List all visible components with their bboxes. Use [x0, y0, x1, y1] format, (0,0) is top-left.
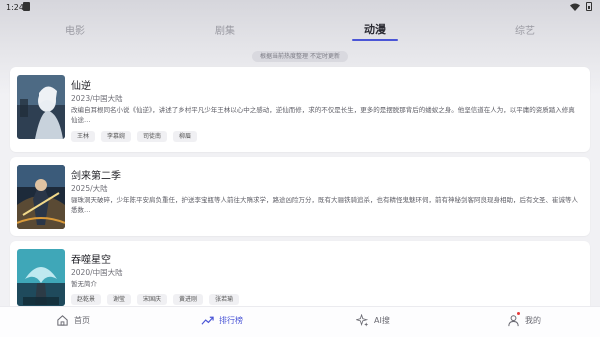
poster-image	[17, 249, 65, 306]
cast-tag: 宋国庆	[137, 294, 168, 305]
status-time: 1:24	[6, 3, 24, 12]
update-notice: 根据当前热度整理 不定时更新	[252, 51, 348, 62]
card-title: 仙逆	[71, 81, 91, 92]
card-meta: 2020/中国大陆	[71, 268, 123, 277]
card-description: 暂无简介	[71, 280, 97, 288]
tab-variety[interactable]: 综艺	[515, 22, 535, 37]
cast-tags: 王林 李慕婉 司徒南 柳眉	[71, 131, 198, 142]
home-icon	[57, 315, 68, 326]
cast-tag: 柳眉	[173, 131, 198, 142]
cast-tag: 司徒南	[137, 131, 168, 142]
poster-image	[17, 165, 65, 229]
tab-series[interactable]: 剧集	[215, 22, 235, 37]
person-icon	[508, 315, 519, 327]
trending-icon	[201, 316, 214, 325]
app-notification-icon	[23, 2, 30, 11]
nav-ai-search[interactable]: AI搜	[356, 314, 390, 327]
cast-tags: 赵乾景 谢莹 宋国庆 黄进刚 张若瑜	[71, 294, 240, 305]
tab-anime[interactable]: 动漫	[364, 21, 386, 37]
list-item[interactable]: 仙逆 2023/中国大陆 改编自耳根同名小说《仙逆》，讲述了乡村平凡少年王林以心…	[10, 67, 590, 152]
nav-profile-label: 我的	[525, 316, 541, 325]
card-description: 改编自耳根同名小说《仙逆》，讲述了乡村平凡少年王林以心中之感动，逆仙而修，求的不…	[71, 106, 575, 124]
card-meta: 2025/大陆	[71, 184, 108, 193]
sparkle-icon	[356, 314, 369, 327]
list-item[interactable]: 剑来第二季 2025/大陆 骊珠洞天破碎，少年陈平安肩负重任，护送李宝瓶等人前往…	[10, 157, 590, 236]
cast-tag: 黄进刚	[173, 294, 204, 305]
card-description: 骊珠洞天破碎，少年陈平安肩负重任，护送李宝瓶等人前往大隋求学，路途凶险万分，既有…	[71, 196, 578, 214]
bottom-navigation: 首页 排行榜 AI搜 我的	[0, 306, 600, 337]
notification-dot	[517, 312, 520, 315]
nav-ranking-label: 排行榜	[219, 316, 243, 325]
category-tabs: 电影 剧集 动漫 综艺	[0, 18, 600, 42]
list-item[interactable]: 吞噬星空 2020/中国大陆 暂无简介 赵乾景 谢莹 宋国庆 黄进刚 张若瑜	[10, 241, 590, 306]
tab-movies[interactable]: 电影	[65, 22, 85, 37]
nav-ai-search-label: AI搜	[374, 316, 390, 325]
card-title: 吞噬星空	[71, 255, 111, 266]
nav-profile[interactable]: 我的	[507, 312, 541, 327]
cast-tag: 张若瑜	[209, 294, 240, 305]
cast-tag: 谢莹	[107, 294, 132, 305]
cast-tag: 李慕婉	[101, 131, 132, 142]
cast-tag: 王林	[71, 131, 96, 142]
poster-image	[17, 75, 65, 139]
status-bar: 1:24	[0, 0, 600, 14]
nav-home-label: 首页	[74, 316, 90, 325]
card-meta: 2023/中国大陆	[71, 94, 123, 103]
battery-icon	[586, 2, 592, 11]
nav-home[interactable]: 首页	[56, 314, 90, 327]
nav-ranking[interactable]: 排行榜	[201, 314, 243, 327]
card-title: 剑来第二季	[71, 171, 121, 182]
cast-tag: 赵乾景	[71, 294, 102, 305]
wifi-icon	[570, 3, 580, 11]
active-tab-indicator	[352, 39, 398, 41]
